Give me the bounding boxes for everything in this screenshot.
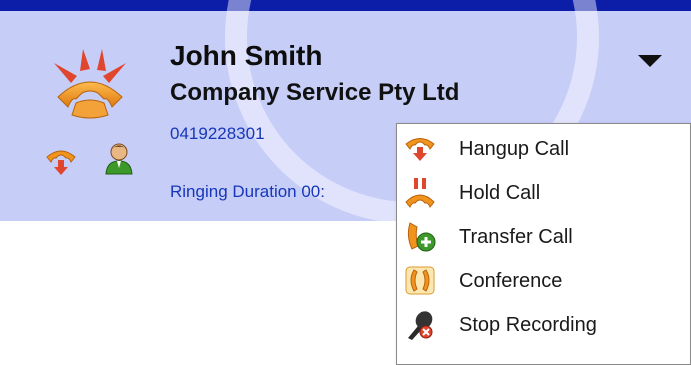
transfer-call-icon (404, 220, 436, 252)
menu-item-label: Conference (459, 270, 563, 292)
menu-item-hold-call[interactable]: Hold Call (397, 171, 690, 213)
menu-item-transfer-call[interactable]: Transfer Call (397, 215, 690, 257)
menu-item-label: Hold Call (459, 182, 541, 204)
conference-icon (404, 264, 436, 296)
hangup-phone-icon (404, 132, 436, 164)
menu-item-conference[interactable]: Conference (397, 259, 690, 301)
ringing-phone-icon (50, 45, 130, 125)
caller-name: John Smith (170, 40, 323, 71)
ringing-duration-text: Ringing Duration 00: (170, 182, 325, 201)
call-actions-menu: Hangup Call Hold Call Transfer Call Conf… (396, 123, 691, 365)
dropdown-arrow-icon[interactable] (638, 55, 662, 67)
menu-item-label: Hangup Call (459, 138, 570, 160)
caller-phone-number[interactable]: 0419228301 (170, 124, 265, 144)
hangup-phone-icon[interactable] (44, 143, 78, 177)
menu-item-label: Stop Recording (459, 314, 597, 336)
contact-person-icon[interactable] (102, 141, 136, 175)
hold-phone-icon (404, 176, 436, 208)
title-bar (0, 0, 691, 11)
menu-item-hangup-call[interactable]: Hangup Call (397, 127, 690, 169)
menu-item-stop-recording[interactable]: Stop Recording (397, 303, 690, 345)
menu-item-label: Transfer Call (459, 226, 573, 248)
microphone-stop-icon (404, 308, 436, 340)
caller-company: Company Service Pty Ltd (170, 79, 460, 106)
